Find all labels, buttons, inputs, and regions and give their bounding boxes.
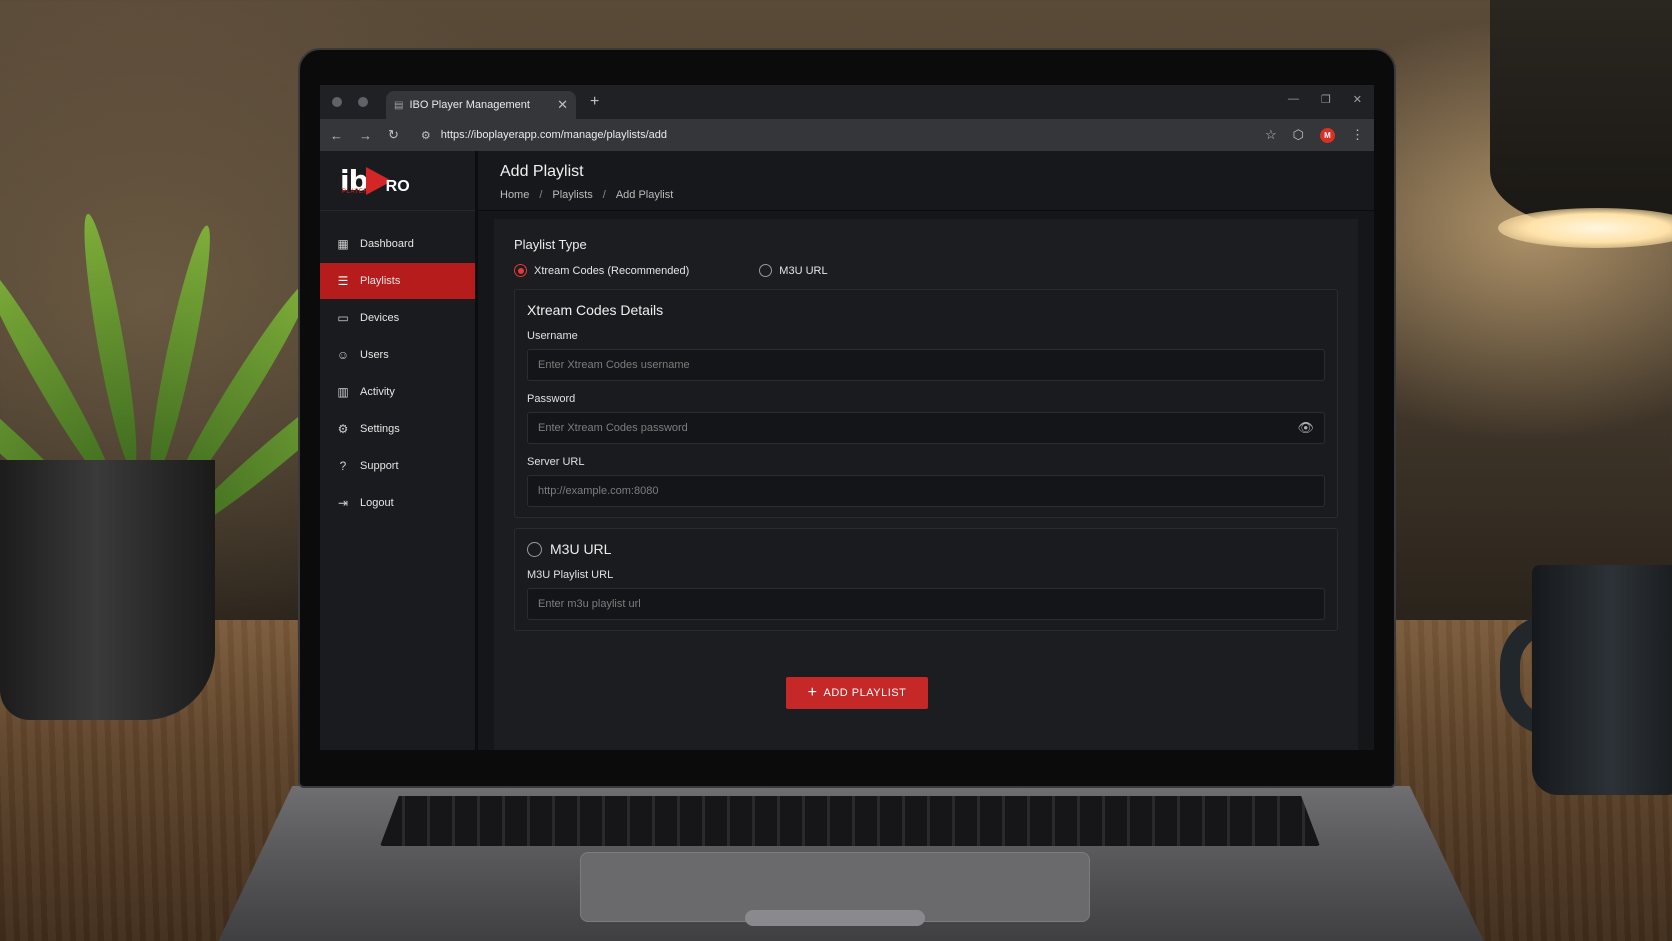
page-icon: ▤	[394, 99, 404, 111]
close-window-icon[interactable]: ✕	[1353, 93, 1362, 106]
site-info-icon[interactable]: ⚙	[421, 129, 431, 142]
logout-icon: ⇥	[337, 496, 349, 510]
playlist-type-title: Playlist Type	[514, 237, 587, 252]
list-icon: ☰	[337, 274, 349, 288]
close-tab-icon[interactable]: ✕	[557, 97, 568, 113]
breadcrumb-home[interactable]: Home	[500, 189, 529, 201]
m3u-url-field-wrapper	[527, 588, 1325, 620]
xtream-details-panel: Xtream Codes Details Username Password 👁…	[514, 289, 1338, 518]
radio-option-m3u[interactable]: M3U URL	[759, 264, 828, 277]
lamp-shade	[1490, 0, 1672, 230]
breadcrumb-separator: /	[539, 189, 543, 201]
new-tab-button[interactable]: +	[590, 93, 599, 111]
plus-icon: +	[807, 684, 818, 701]
radio-label-xtream: Xtream Codes (Recommended)	[534, 264, 690, 277]
app-logo[interactable]: ib RO PLAYER	[320, 151, 475, 211]
logo-subtext: PLAYER	[342, 189, 369, 195]
browser-menu-icon[interactable]: ⋮	[1351, 127, 1364, 143]
breadcrumb-playlists[interactable]: Playlists	[552, 189, 592, 201]
sidebar-item-label: Dashboard	[360, 238, 414, 250]
server-url-field-wrapper	[527, 475, 1325, 507]
restore-icon[interactable]: ❐	[1321, 93, 1331, 106]
page-header: Add Playlist Home / Playlists / Add Play…	[478, 151, 1374, 211]
url-text[interactable]: https://iboplayerapp.com/manage/playlist…	[441, 129, 667, 141]
sidebar-item-label: Playlists	[360, 275, 401, 287]
minimize-icon[interactable]: —	[1288, 93, 1299, 106]
username-field-wrapper	[527, 349, 1325, 381]
laptop-screen: ▤ IBO Player Management ✕ + — ❐ ✕ ← → ↻ …	[320, 85, 1374, 750]
username-label: Username	[527, 330, 578, 342]
sidebar-item-users[interactable]: ☺ Users	[320, 337, 475, 373]
page-title: Add Playlist	[500, 163, 584, 180]
users-icon: ☺	[336, 348, 350, 362]
sidebar-item-settings[interactable]: ⚙ Settings	[320, 411, 475, 447]
eye-icon[interactable]: 👁	[1297, 420, 1314, 436]
m3u-panel: M3U URL M3U Playlist URL	[514, 528, 1338, 631]
tab-title: IBO Player Management	[409, 99, 530, 111]
sidebar-item-dashboard[interactable]: ▦ Dashboard	[320, 226, 475, 262]
bookmark-star-icon[interactable]: ☆	[1265, 127, 1277, 143]
breadcrumb-separator: /	[602, 189, 606, 201]
username-input[interactable]	[538, 359, 1314, 371]
xtream-details-title: Xtream Codes Details	[527, 302, 664, 318]
browser-toolbar: ← → ↻ ⚙ https://iboplayerapp.com/manage/…	[320, 119, 1374, 151]
help-icon: ?	[339, 459, 347, 473]
forward-icon[interactable]: →	[359, 128, 372, 143]
server-url-label: Server URL	[527, 456, 585, 468]
sidebar-item-label: Activity	[360, 386, 395, 398]
devices-icon: ▭	[337, 311, 349, 325]
sidebar-item-label: Users	[360, 349, 389, 361]
sidebar-item-label: Devices	[360, 312, 400, 324]
sidebar-item-logout[interactable]: ⇥ Logout	[320, 485, 475, 521]
breadcrumb: Home / Playlists / Add Playlist	[500, 189, 1352, 201]
sidebar-item-label: Settings	[360, 423, 400, 435]
radio-button[interactable]	[527, 541, 542, 557]
address-bar[interactable]: ⚙ https://iboplayerapp.com/manage/playli…	[415, 123, 1249, 147]
sidebar-item-playlists[interactable]: ☰ Playlists	[320, 263, 475, 299]
sidebar: ib RO PLAYER ▦ Dashboard ☰ Playlists ▭ D…	[320, 151, 478, 750]
activity-icon: ▥	[337, 385, 349, 399]
lamp-bulb	[1498, 208, 1672, 248]
window-dot-icon	[332, 97, 342, 107]
sidebar-item-label: Support	[360, 460, 399, 472]
sidebar-item-devices[interactable]: ▭ Devices	[320, 300, 475, 336]
laptop-notch	[745, 910, 925, 926]
main-content: Add Playlist Home / Playlists / Add Play…	[478, 151, 1374, 750]
password-label: Password	[527, 393, 576, 405]
plant-pot	[0, 460, 215, 720]
add-playlist-card: Playlist Type Xtream Codes (Recommended)…	[494, 219, 1358, 750]
gear-icon: ⚙	[337, 422, 349, 436]
radio-label-m3u: M3U URL	[779, 264, 828, 277]
add-playlist-label: ADD PLAYLIST	[823, 687, 907, 699]
laptop-keyboard	[380, 796, 1320, 846]
app-root: ib RO PLAYER ▦ Dashboard ☰ Playlists ▭ D…	[320, 151, 1374, 750]
server-url-input[interactable]	[538, 485, 1314, 497]
m3u-heading[interactable]: M3U URL	[527, 541, 1325, 557]
password-input[interactable]	[538, 422, 1298, 434]
logo-pro-text: RO	[385, 177, 410, 195]
radio-button-checked[interactable]	[514, 264, 527, 277]
browser-tabbar: ▤ IBO Player Management ✕ + — ❐ ✕	[320, 85, 1374, 119]
extensions-icon[interactable]: ⬡	[1293, 127, 1304, 143]
password-field-wrapper: 👁	[527, 412, 1325, 444]
window-dot-icon	[358, 97, 368, 107]
breadcrumb-current: Add Playlist	[615, 189, 674, 201]
sidebar-item-support[interactable]: ? Support	[320, 448, 475, 484]
reload-icon[interactable]: ↻	[388, 127, 399, 143]
playlist-type-options: Xtream Codes (Recommended) M3U URL	[514, 264, 1338, 277]
add-playlist-button[interactable]: + ADD PLAYLIST	[786, 677, 928, 709]
window-controls: — ❐ ✕	[1288, 93, 1362, 106]
sidebar-item-activity[interactable]: ▥ Activity	[320, 374, 475, 410]
sidebar-item-label: Logout	[360, 497, 394, 509]
m3u-url-input[interactable]	[538, 598, 1314, 610]
m3u-title: M3U URL	[550, 541, 612, 557]
radio-option-xtream[interactable]: Xtream Codes (Recommended)	[514, 264, 689, 277]
profile-avatar[interactable]: M	[1320, 127, 1335, 143]
dashboard-icon: ▦	[337, 237, 349, 251]
back-icon[interactable]: ←	[330, 128, 343, 143]
coffee-mug	[1532, 565, 1672, 795]
browser-tab[interactable]: ▤ IBO Player Management ✕	[386, 91, 576, 119]
radio-button[interactable]	[759, 264, 773, 277]
m3u-url-label: M3U Playlist URL	[527, 569, 614, 581]
